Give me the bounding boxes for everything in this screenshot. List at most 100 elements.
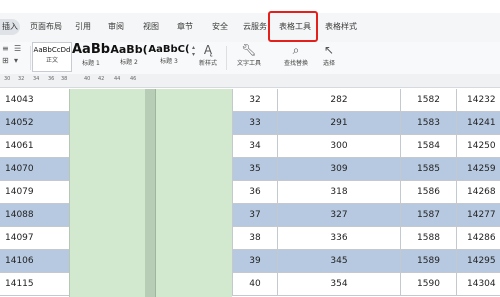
table-cell[interactable]: 14241 (467, 112, 500, 135)
table-row[interactable]: 38 336 1588 14286 (232, 227, 500, 250)
wrench-icon: 🔧︎ (241, 43, 257, 57)
table-tools-highlight (268, 11, 318, 42)
style-sample: AaBb( (110, 43, 148, 56)
tab-page-layout[interactable]: 页面布局 (30, 19, 62, 35)
table-row[interactable]: 40 354 1590 14304 (232, 273, 500, 296)
table-cell[interactable]: 1588 (401, 227, 457, 250)
tab-references[interactable]: 引用 (75, 19, 91, 35)
table-row[interactable]: 32 282 1582 14232 (232, 89, 500, 112)
table-cell[interactable]: 1584 (401, 135, 457, 158)
table-cell[interactable]: 32 (232, 89, 278, 112)
table-cell[interactable]: 1583 (401, 112, 457, 135)
table-cell[interactable]: 14115 (0, 273, 69, 296)
new-style-label: 新样式 (198, 60, 217, 67)
table-row[interactable]: 37 327 1587 14277 (232, 204, 500, 227)
table-cell[interactable]: 14232 (467, 89, 500, 112)
style-sample: AaBb (72, 42, 111, 57)
table-cell[interactable]: 282 (278, 89, 401, 112)
ruler-tick: 38 (61, 76, 68, 82)
style-sample: AaBbC( (148, 44, 190, 55)
ribbon-divider (30, 46, 31, 70)
tab-insert[interactable]: 插入 (0, 19, 20, 35)
table-cell[interactable]: 14277 (467, 204, 500, 227)
table-cell[interactable]: 35 (232, 158, 278, 181)
table-cell[interactable]: 1590 (401, 273, 457, 296)
horizontal-ruler[interactable]: 30 32 34 36 38 40 42 44 46 (0, 74, 500, 88)
search-icon: ⌕ (292, 43, 300, 57)
tab-chapter[interactable]: 章节 (177, 19, 193, 35)
table-cell[interactable]: 14286 (467, 227, 500, 250)
column-divider-line (155, 89, 156, 297)
table-cell[interactable]: 318 (278, 181, 401, 204)
select-button[interactable]: ↖ 选择 (318, 42, 340, 67)
table-cell[interactable]: 38 (232, 227, 278, 250)
tab-security[interactable]: 安全 (212, 19, 228, 35)
indent-icon[interactable]: ☰ (14, 44, 21, 53)
chevron-down-icon[interactable]: ▾ (14, 56, 18, 65)
table-cell[interactable]: 354 (278, 273, 401, 296)
table-cell[interactable]: 14088 (0, 204, 69, 227)
table-cell[interactable]: 345 (278, 250, 401, 273)
table-cell[interactable]: 14097 (0, 227, 69, 250)
style-heading-2[interactable]: AaBb( 标题 2 (110, 42, 148, 72)
table-cell[interactable]: 14106 (0, 250, 69, 273)
table-row[interactable]: 39 345 1589 14295 (232, 250, 500, 273)
ribbon-tab-bar: 插入 页面布局 引用 审阅 视图 章节 安全 云服务 表格工具 表格样式 (0, 13, 500, 42)
table-cell[interactable]: 14061 (0, 135, 69, 158)
new-style-button[interactable]: Ą 新样式 (196, 42, 220, 67)
table-cell[interactable]: 1589 (401, 250, 457, 273)
ruler-tick: 30 (4, 76, 11, 82)
table-cell[interactable]: 40 (232, 273, 278, 296)
table-cell[interactable]: 14268 (467, 181, 500, 204)
table-cell[interactable]: 14070 (0, 158, 69, 181)
tab-review[interactable]: 审阅 (108, 19, 124, 35)
table-cell[interactable]: 300 (278, 135, 401, 158)
table-row[interactable]: 34 300 1584 14250 (232, 135, 500, 158)
text-tool-label: 文字工具 (236, 60, 261, 67)
border-icon[interactable]: ⊞ (2, 56, 9, 65)
ruler-tick: 36 (48, 76, 55, 82)
table-cell[interactable]: 33 (232, 112, 278, 135)
table-cell[interactable]: 327 (278, 204, 401, 227)
text-tool-button[interactable]: 🔧︎ 文字工具 (233, 42, 265, 67)
align-icon[interactable]: ≡ (2, 44, 9, 53)
font-style-icon: Ą (203, 43, 213, 57)
table-cell[interactable]: 14052 (0, 112, 69, 135)
style-heading-1[interactable]: AaBb 标题 1 (72, 42, 110, 72)
table-cell[interactable]: 34 (232, 135, 278, 158)
ruler-tick: 46 (130, 76, 137, 82)
table-cell[interactable]: 14259 (467, 158, 500, 181)
style-heading-3[interactable]: AaBbC( 标题 3 (148, 42, 190, 72)
table-row[interactable]: 36 318 1586 14268 (232, 181, 500, 204)
table-cell[interactable]: 1587 (401, 204, 457, 227)
table-cell[interactable]: 39 (232, 250, 278, 273)
select-label: 选择 (322, 60, 335, 67)
tab-table-style[interactable]: 表格样式 (325, 19, 357, 35)
ruler-tick: 40 (84, 76, 91, 82)
tab-view[interactable]: 视图 (143, 19, 159, 35)
table-cell[interactable]: 14304 (467, 273, 500, 296)
table-cell[interactable]: 14043 (0, 89, 69, 112)
table-cell[interactable]: 1582 (401, 89, 457, 112)
find-replace-button[interactable]: ⌕ 查找替换 (280, 42, 312, 67)
document-table-area: 14043 14052 14061 14070 14079 14088 1409… (0, 89, 500, 297)
find-replace-label: 查找替换 (283, 60, 308, 67)
table-cell[interactable]: 37 (232, 204, 278, 227)
tab-cloud-service[interactable]: 云服务 (243, 19, 267, 35)
table-cell[interactable]: 1586 (401, 181, 457, 204)
ruler-tick: 44 (114, 76, 121, 82)
style-label: 正文 (45, 57, 58, 64)
table-cell[interactable]: 14250 (467, 135, 500, 158)
table-cell[interactable]: 36 (232, 181, 278, 204)
ruler-tick: 34 (33, 76, 40, 82)
table-cell[interactable]: 1585 (401, 158, 457, 181)
table-cell[interactable]: 14295 (467, 250, 500, 273)
table-cell[interactable]: 291 (278, 112, 401, 135)
table-cell[interactable]: 14079 (0, 181, 69, 204)
table-row[interactable]: 33 291 1583 14241 (232, 112, 500, 135)
style-normal[interactable]: AaBbCcDd 正文 (32, 42, 72, 72)
table-cell[interactable]: 309 (278, 158, 401, 181)
table-cell[interactable]: 336 (278, 227, 401, 250)
table-row[interactable]: 35 309 1585 14259 (232, 158, 500, 181)
style-label: 标题 3 (160, 58, 178, 65)
